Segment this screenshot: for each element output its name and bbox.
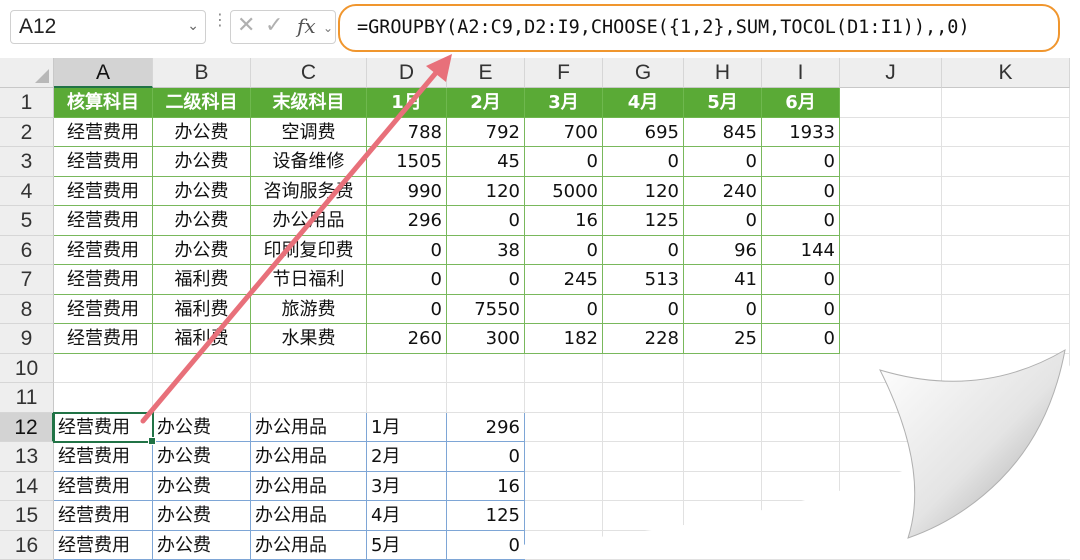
page-curl-decoration (0, 0, 1080, 559)
